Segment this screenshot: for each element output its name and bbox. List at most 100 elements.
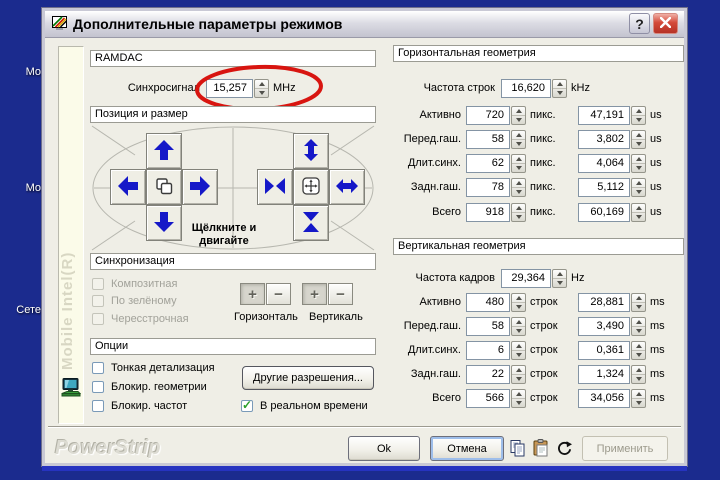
spinner-buttons[interactable] — [511, 154, 526, 173]
spin-down-icon[interactable] — [512, 140, 525, 148]
spin-up-icon[interactable] — [632, 204, 645, 213]
spin-down-icon[interactable] — [632, 351, 645, 359]
center-size-button[interactable] — [293, 169, 329, 205]
spinner-value[interactable]: 62 — [466, 154, 510, 173]
spinner-value[interactable]: 6 — [466, 341, 510, 360]
move-right-button[interactable] — [182, 169, 218, 205]
spin-up-icon[interactable] — [512, 342, 525, 351]
spin-down-icon[interactable] — [512, 399, 525, 407]
spinner-value[interactable]: 47,191 — [578, 106, 630, 125]
center-position-button[interactable] — [146, 169, 182, 205]
spinner-buttons[interactable] — [631, 203, 646, 222]
spin-down-icon[interactable] — [632, 140, 645, 148]
sync-signal-spinner[interactable]: 15,257 — [206, 79, 269, 98]
spin-up-icon[interactable] — [632, 107, 645, 116]
spin-up-icon[interactable] — [512, 390, 525, 399]
spin-up-icon[interactable] — [632, 366, 645, 375]
spinner-value[interactable]: 15,257 — [206, 79, 253, 98]
spin-up-icon[interactable] — [255, 80, 268, 89]
shrink-vertical-button[interactable] — [293, 205, 329, 241]
paste-button[interactable] — [533, 439, 549, 460]
spin-down-icon[interactable] — [632, 399, 645, 407]
vertical-sync-plus-button[interactable]: + — [302, 283, 327, 305]
spinner-value[interactable]: 5,112 — [578, 178, 630, 197]
spinner-value[interactable]: 720 — [466, 106, 510, 125]
spinner-value[interactable]: 28,881 — [578, 293, 630, 312]
spinner-buttons[interactable] — [511, 293, 526, 312]
spin-up-icon[interactable] — [512, 366, 525, 375]
copy-button[interactable] — [510, 440, 526, 460]
spin-up-icon[interactable] — [512, 107, 525, 116]
desktop-icon-label[interactable]: Сете — [0, 304, 41, 316]
spinner-buttons[interactable] — [511, 389, 526, 408]
spin-down-icon[interactable] — [512, 188, 525, 196]
spin-up-icon[interactable] — [512, 179, 525, 188]
lines-spinner[interactable]: 58 — [466, 317, 526, 336]
lines-spinner[interactable]: 22 — [466, 365, 526, 384]
spin-up-icon[interactable] — [632, 179, 645, 188]
spinner-buttons[interactable] — [511, 203, 526, 222]
spin-up-icon[interactable] — [632, 131, 645, 140]
spin-up-icon[interactable] — [632, 342, 645, 351]
spinner-buttons[interactable] — [511, 317, 526, 336]
spin-down-icon[interactable] — [512, 303, 525, 311]
spinner-buttons[interactable] — [631, 317, 646, 336]
help-button[interactable]: ? — [629, 13, 650, 34]
close-button[interactable] — [653, 13, 678, 34]
move-left-button[interactable] — [110, 169, 146, 205]
spin-up-icon[interactable] — [512, 204, 525, 213]
spin-up-icon[interactable] — [553, 270, 566, 279]
desktop-icon-label[interactable]: Мо — [0, 66, 41, 78]
spin-down-icon[interactable] — [512, 164, 525, 172]
spin-up-icon[interactable] — [632, 318, 645, 327]
time-spinner[interactable]: 3,490 — [578, 317, 646, 336]
move-up-button[interactable] — [146, 133, 182, 169]
spin-down-icon[interactable] — [512, 351, 525, 359]
spin-down-icon[interactable] — [512, 375, 525, 383]
apply-button[interactable]: Применить — [582, 436, 668, 461]
spinner-value[interactable]: 3,490 — [578, 317, 630, 336]
other-resolutions-button[interactable]: Другие разрешения... — [242, 366, 374, 390]
spin-down-icon[interactable] — [553, 279, 566, 287]
spinner-buttons[interactable] — [511, 106, 526, 125]
spinner-buttons[interactable] — [511, 130, 526, 149]
spin-down-icon[interactable] — [512, 213, 525, 221]
spinner-value[interactable]: 78 — [466, 178, 510, 197]
line-frequency-spinner[interactable]: 16,620 — [501, 79, 567, 98]
spinner-value[interactable]: 3,802 — [578, 130, 630, 149]
spin-down-icon[interactable] — [632, 164, 645, 172]
spinner-buttons[interactable] — [631, 341, 646, 360]
spinner-value[interactable]: 60,169 — [578, 203, 630, 222]
spinner-value[interactable]: 16,620 — [501, 79, 551, 98]
vertical-sync-minus-button[interactable]: − — [328, 283, 353, 305]
spinner-value[interactable]: 29,364 — [501, 269, 551, 288]
spinner-buttons[interactable] — [511, 341, 526, 360]
desktop-icon-label[interactable]: Мо — [0, 182, 41, 194]
spin-up-icon[interactable] — [632, 155, 645, 164]
spinner-buttons[interactable] — [552, 269, 567, 288]
spinner-buttons[interactable] — [631, 106, 646, 125]
realtime-checkbox[interactable]: ✓ — [241, 400, 253, 412]
titlebar[interactable]: Дополнительные параметры режимов ? — [45, 11, 684, 38]
spinner-buttons[interactable] — [511, 178, 526, 197]
spinner-buttons[interactable] — [631, 130, 646, 149]
spin-down-icon[interactable] — [553, 89, 566, 97]
pixels-spinner[interactable]: 58 — [466, 130, 526, 149]
spin-up-icon[interactable] — [512, 318, 525, 327]
refresh-button[interactable] — [557, 441, 572, 459]
shrink-horizontal-button[interactable] — [257, 169, 293, 205]
spinner-buttons[interactable] — [631, 389, 646, 408]
horizontal-sync-plus-button[interactable]: + — [240, 283, 265, 305]
spin-up-icon[interactable] — [512, 131, 525, 140]
lines-spinner[interactable]: 566 — [466, 389, 526, 408]
lines-spinner[interactable]: 6 — [466, 341, 526, 360]
spinner-buttons[interactable] — [631, 154, 646, 173]
spin-down-icon[interactable] — [632, 116, 645, 124]
spin-down-icon[interactable] — [632, 303, 645, 311]
pixels-spinner[interactable]: 62 — [466, 154, 526, 173]
spinner-value[interactable]: 566 — [466, 389, 510, 408]
time-spinner[interactable]: 60,169 — [578, 203, 646, 222]
spinner-value[interactable]: 0,361 — [578, 341, 630, 360]
spinner-buttons[interactable] — [552, 79, 567, 98]
spin-up-icon[interactable] — [512, 155, 525, 164]
